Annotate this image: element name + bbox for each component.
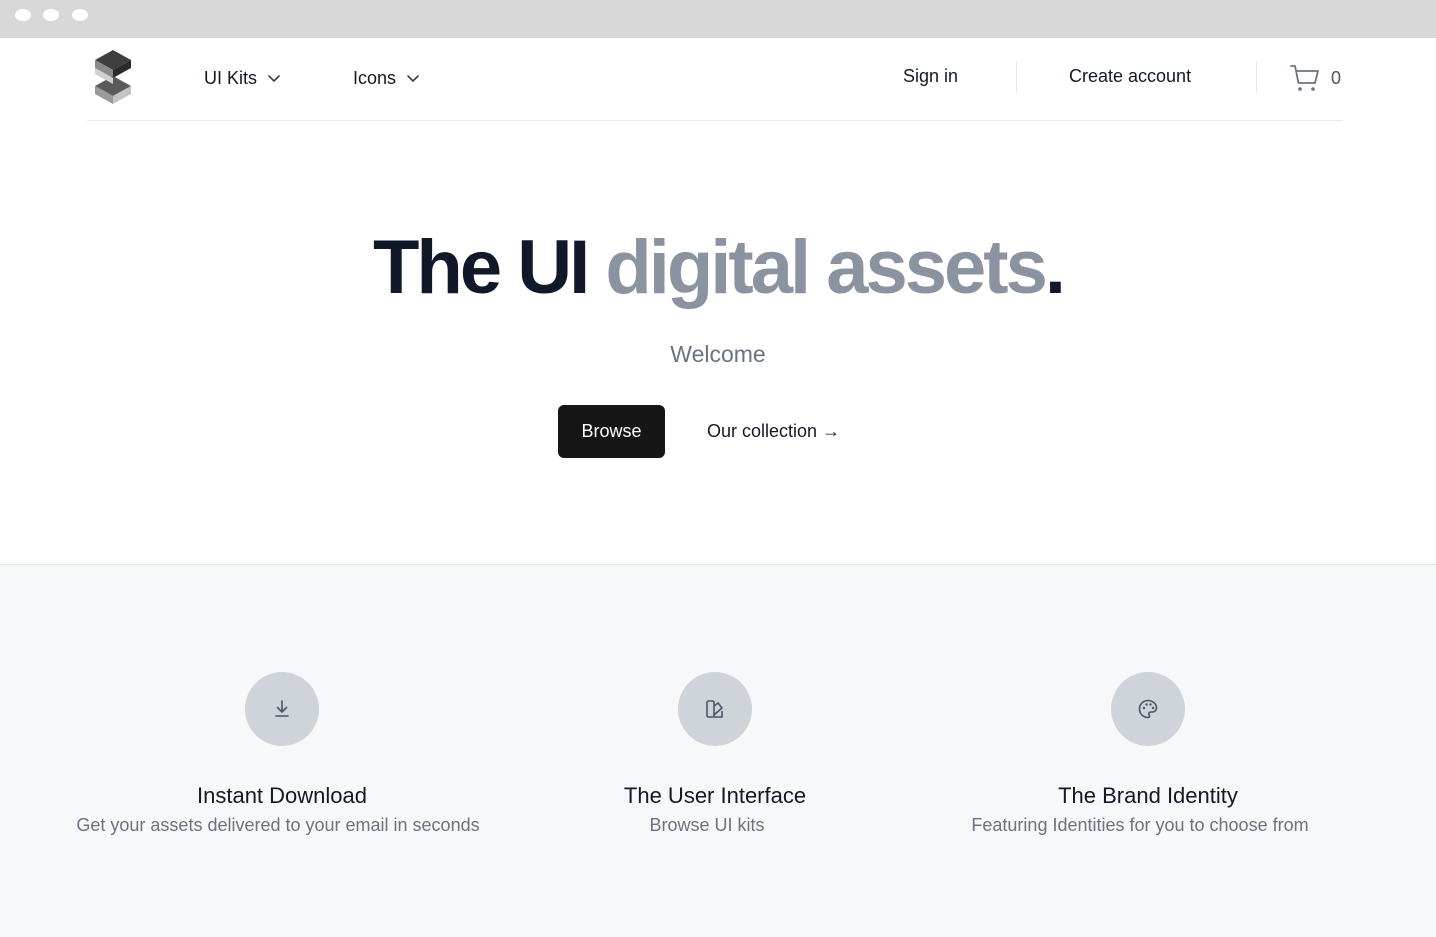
- shopping-cart-icon: [1290, 65, 1319, 91]
- hero-title-gray: digital assets: [605, 225, 1048, 310]
- cart-count: 0: [1331, 67, 1342, 88]
- site-header: UI Kits Icons Sign in Create account 0: [87, 38, 1343, 121]
- palette-icon: [1138, 699, 1158, 719]
- feature-title: The Brand Identity: [1058, 783, 1238, 808]
- feature-icon-circle: [245, 672, 319, 746]
- cart-button[interactable]: 0: [1289, 62, 1341, 94]
- nav-ui-kits[interactable]: UI Kits: [204, 66, 281, 90]
- header-divider: [1256, 61, 1257, 93]
- feature-description: Featuring Identities for you to choose f…: [971, 815, 1309, 835]
- feature-description: Browse UI kits: [649, 815, 765, 835]
- hero-subtitle: Welcome: [670, 341, 766, 367]
- feature-title: Instant Download: [197, 783, 367, 808]
- feature-title: The User Interface: [623, 783, 807, 808]
- window-maximize-dot[interactable]: [72, 9, 88, 21]
- brand-logo-icon[interactable]: [93, 50, 133, 104]
- hero-title-period: .: [1044, 225, 1066, 310]
- feature-user-interface: The User Interface Browse UI kits: [505, 672, 925, 838]
- hero-title: The UI digital assets.: [0, 222, 1436, 314]
- window-minimize-dot[interactable]: [43, 9, 59, 21]
- nav-icons[interactable]: Icons: [353, 66, 420, 90]
- sign-in-link[interactable]: Sign in: [903, 66, 958, 87]
- swatch-book-icon: [706, 700, 723, 718]
- browse-button[interactable]: Browse: [558, 405, 665, 458]
- features-section: Instant Download Get your assets deliver…: [0, 564, 1436, 937]
- nav-icons-label: Icons: [353, 67, 397, 88]
- feature-icon-circle: [678, 672, 752, 746]
- download-icon: [275, 700, 289, 717]
- feature-instant-download: Instant Download Get your assets deliver…: [72, 672, 492, 838]
- chevron-down-icon: [268, 75, 280, 82]
- our-collection-link[interactable]: Our collection →: [707, 421, 840, 442]
- chevron-down-icon: [407, 75, 419, 82]
- browser-chrome: [0, 0, 1436, 38]
- hero-title-dark: The UI: [372, 225, 590, 310]
- feature-description: Get your assets delivered to your email …: [76, 815, 480, 835]
- nav-ui-kits-label: UI Kits: [204, 67, 258, 88]
- create-account-link[interactable]: Create account: [1069, 66, 1191, 87]
- window-close-dot[interactable]: [15, 9, 31, 21]
- feature-brand-identity: The Brand Identity Featuring Identities …: [938, 672, 1358, 838]
- feature-icon-circle: [1111, 672, 1185, 746]
- header-divider: [1016, 61, 1017, 93]
